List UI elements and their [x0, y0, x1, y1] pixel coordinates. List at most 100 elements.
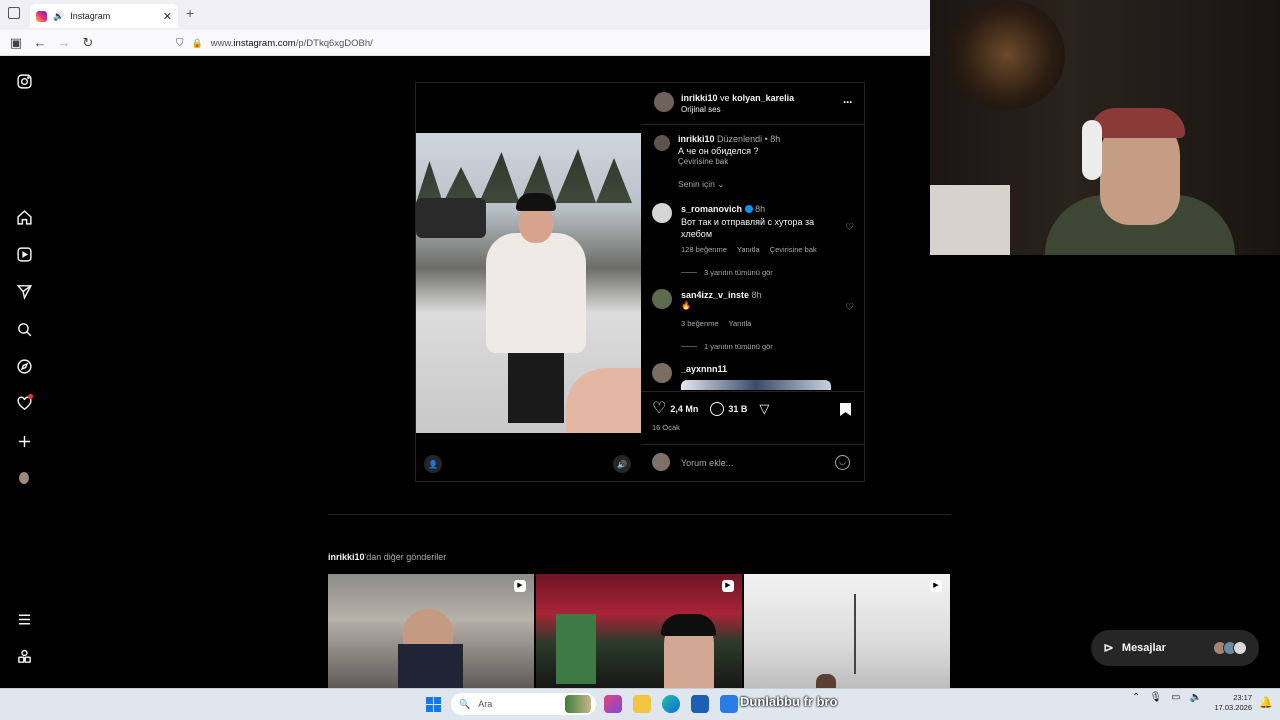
- comment-like-icon[interactable]: ♡: [845, 302, 854, 313]
- edge-icon[interactable]: [662, 695, 680, 713]
- app-icon[interactable]: [720, 695, 738, 713]
- forward-icon[interactable]: →: [52, 35, 76, 50]
- comment-username[interactable]: _ayxnnn11: [681, 364, 727, 374]
- reel-icon: ▶: [514, 580, 526, 592]
- tab-close-icon[interactable]: ✕: [163, 10, 172, 23]
- comment-sort-dropdown[interactable]: Senin için ⌄: [678, 179, 724, 190]
- address-bar[interactable]: ⛉ 🔒 www.instagram.com/p/DTkq6xgDOBh/: [176, 33, 930, 53]
- tagged-user-icon[interactable]: 👤: [424, 455, 442, 473]
- comment-time[interactable]: 8h: [755, 204, 765, 214]
- browser-tab-instagram[interactable]: 🔊 Instagram ✕: [30, 4, 178, 28]
- post-header: inrikki10 ve kolyan_karelia Orijinal ses…: [641, 83, 864, 125]
- edited-label: Düzenlendi: [717, 134, 763, 144]
- comment-input[interactable]: Yorum ekle...: [681, 458, 733, 468]
- comment-count[interactable]: 31 B: [728, 404, 747, 414]
- view-replies-button[interactable]: 1 yanıtın tümünü gör: [704, 342, 773, 351]
- wall-poster: [950, 0, 1065, 110]
- speaker-icon[interactable]: 🔊: [53, 11, 64, 22]
- more-posts-user[interactable]: inrikki10: [328, 552, 365, 562]
- direct-icon[interactable]: [14, 281, 34, 301]
- reels-icon[interactable]: [14, 244, 34, 264]
- comment-time[interactable]: 8h: [752, 290, 762, 300]
- chevron-up-icon[interactable]: ⌃: [1132, 692, 1140, 703]
- network-icon[interactable]: ▭: [1171, 692, 1180, 703]
- create-plus-icon[interactable]: [14, 431, 34, 451]
- instagram-page-right: [930, 255, 1280, 688]
- new-tab-button[interactable]: +: [186, 5, 194, 21]
- comment-username[interactable]: san4izz_v_inste: [681, 290, 749, 300]
- message-avatars: [1213, 641, 1247, 655]
- more-post-thumbnail[interactable]: ▶: [536, 574, 742, 688]
- reply-button[interactable]: Yanıtla: [737, 245, 760, 254]
- notification-bell-icon[interactable]: 🔔: [1259, 696, 1273, 709]
- direct-icon: ⊳: [1103, 640, 1114, 655]
- store-icon[interactable]: [691, 695, 709, 713]
- comment-likes[interactable]: 3 beğenme: [681, 319, 719, 328]
- tab-title: Instagram: [70, 11, 111, 21]
- like-count[interactable]: 2,4 Mn: [670, 404, 698, 414]
- url-text[interactable]: www.instagram.com/p/DTkq6xgDOBh/: [211, 38, 373, 49]
- profile-avatar[interactable]: [14, 468, 34, 488]
- tab-overview-icon[interactable]: [8, 7, 20, 19]
- clock-time: 23:17: [1233, 693, 1252, 702]
- verified-badge-icon: [744, 205, 753, 213]
- comment-avatar[interactable]: [652, 363, 672, 383]
- comment-username[interactable]: s_romanovich: [681, 204, 742, 214]
- emoji-icon[interactable]: ◡: [835, 455, 850, 470]
- reload-icon[interactable]: ↻: [76, 35, 100, 51]
- more-options-icon[interactable]: ···: [843, 95, 853, 109]
- webcam-overlay: [930, 0, 1280, 255]
- caption-username[interactable]: inrikki10: [678, 134, 715, 144]
- comment-media[interactable]: [681, 380, 831, 390]
- more-post-thumbnail[interactable]: ▶: [744, 574, 950, 688]
- more-post-thumbnail[interactable]: ▶: [328, 574, 534, 688]
- file-explorer-icon[interactable]: [633, 695, 651, 713]
- comment-like-icon[interactable]: ♡: [845, 222, 854, 233]
- caption-avatar[interactable]: [654, 135, 670, 151]
- comment-likes[interactable]: 128 beğenme: [681, 245, 727, 254]
- notifications-heart-icon[interactable]: [14, 393, 34, 413]
- back-icon[interactable]: ←: [28, 35, 52, 50]
- section-divider: [328, 514, 951, 515]
- more-menu-icon[interactable]: [14, 609, 34, 629]
- view-replies-button[interactable]: 3 yanıtın tümünü gör: [704, 268, 773, 277]
- comment-avatar[interactable]: [652, 203, 672, 223]
- search-icon[interactable]: [14, 319, 34, 339]
- comment-text: 🔥: [681, 301, 691, 310]
- author-username[interactable]: inrikki10: [681, 93, 718, 103]
- post-video[interactable]: [416, 133, 641, 433]
- lock-icon[interactable]: 🔒: [192, 38, 203, 49]
- sidebar-toggle-icon[interactable]: ▣: [4, 35, 28, 51]
- shield-icon[interactable]: ⛉: [176, 38, 184, 49]
- widget-icon[interactable]: [565, 695, 591, 713]
- translate-button[interactable]: Çevirisine bak: [770, 245, 817, 254]
- post-date[interactable]: 16 Ocak: [652, 423, 680, 432]
- messages-button[interactable]: ⊳ Mesajlar: [1091, 630, 1259, 666]
- collab-username[interactable]: kolyan_karelia: [732, 93, 794, 103]
- caption-text: А че он обиделся ?: [678, 146, 759, 156]
- app-icon[interactable]: [604, 695, 622, 713]
- caption-time[interactable]: 8h: [770, 134, 780, 144]
- reply-button[interactable]: Yanıtla: [729, 319, 752, 328]
- bookmark-icon[interactable]: [840, 403, 851, 416]
- start-icon[interactable]: [426, 697, 441, 712]
- connector-text: ve: [720, 93, 730, 103]
- volume-icon[interactable]: 🔊: [613, 455, 631, 473]
- comment-text: Вот так и отправляй с хутора за хлебом: [681, 217, 815, 239]
- like-icon[interactable]: ♡: [652, 401, 666, 417]
- home-icon[interactable]: [14, 207, 34, 227]
- post-side-panel: inrikki10 ve kolyan_karelia Orijinal ses…: [641, 83, 864, 481]
- author-avatar[interactable]: [654, 92, 674, 112]
- also-from-meta-icon[interactable]: [14, 646, 34, 666]
- clock-date: 17.03.2026: [1214, 703, 1252, 712]
- audio-label[interactable]: Orijinal ses: [681, 105, 721, 114]
- volume-icon[interactable]: 🔈: [1190, 692, 1202, 703]
- instagram-logo-icon[interactable]: [14, 71, 34, 91]
- comment-icon[interactable]: [710, 402, 725, 416]
- taskbar-clock[interactable]: 23:17 17.03.2026: [1206, 693, 1252, 713]
- share-icon[interactable]: ▽: [759, 401, 769, 417]
- caption-translate[interactable]: Çevirisine bak: [678, 157, 728, 166]
- comment-avatar[interactable]: [652, 289, 672, 309]
- microphone-icon[interactable]: 🎙: [1149, 692, 1162, 703]
- explore-icon[interactable]: [14, 356, 34, 376]
